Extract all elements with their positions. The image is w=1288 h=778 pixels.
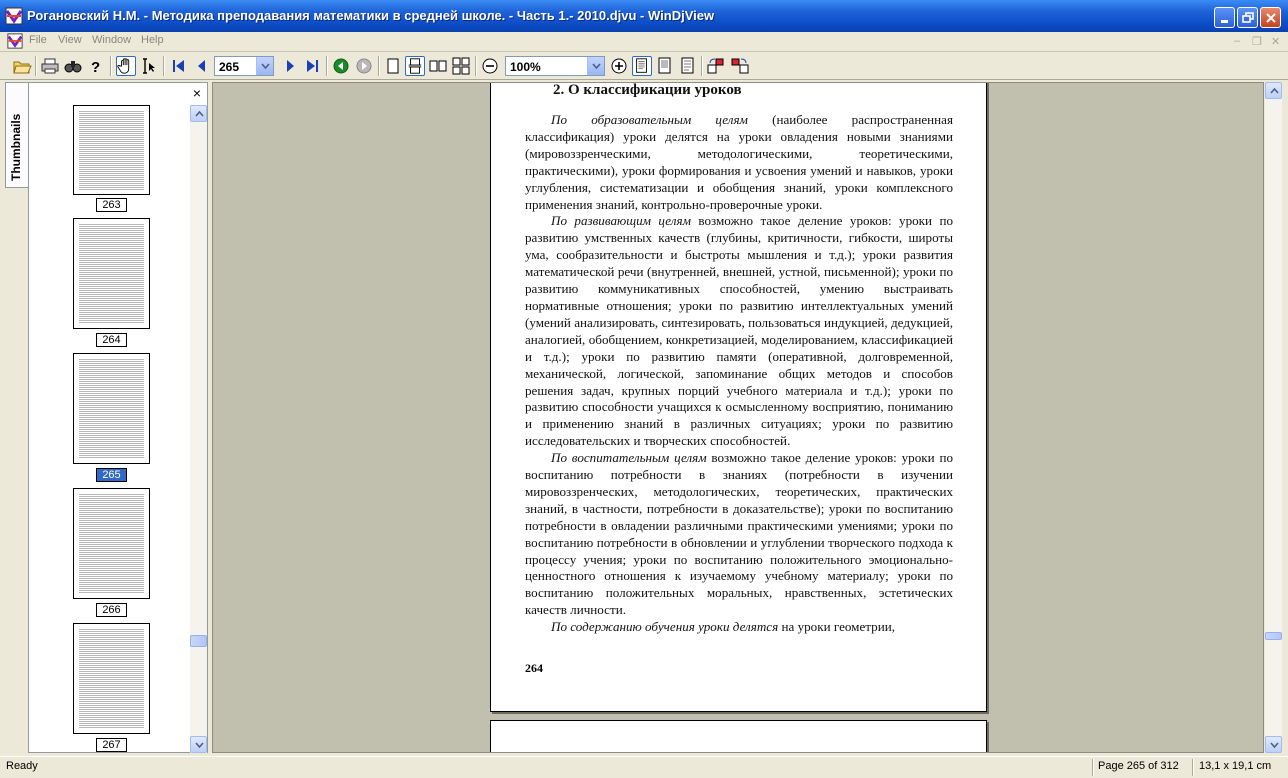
zoom-value: 100% [510, 60, 541, 74]
window-title: Рогановский Н.М. - Методика преподавания… [27, 8, 715, 23]
paragraph-lead: По содержанию обучения уроки делятся [551, 619, 779, 635]
thumbnails-tab[interactable]: Thumbnails [5, 82, 29, 188]
find-icon[interactable] [63, 56, 83, 76]
status-page-size: 13,1 x 19,1 cm [1199, 760, 1272, 772]
thumbnail-label[interactable]: 266 [96, 603, 127, 617]
close-icon[interactable]: × [193, 85, 201, 101]
forward-icon[interactable] [354, 56, 374, 76]
continuous-facing-icon[interactable] [451, 56, 471, 76]
thumbnail-page[interactable] [73, 488, 150, 599]
status-text: Ready [6, 760, 38, 772]
fit-page-icon[interactable] [632, 56, 652, 76]
menu-window[interactable]: Window [92, 34, 131, 46]
thumbnail-page[interactable] [73, 105, 150, 195]
app-window: Рогановский Н.М. - Методика преподавания… [0, 0, 1288, 778]
toolbar: ? 265 100% [0, 52, 1288, 80]
back-icon[interactable] [331, 56, 351, 76]
next-document-page[interactable] [490, 720, 987, 752]
status-bar: Ready Page 265 of 312 13,1 x 19,1 cm [0, 756, 1288, 778]
page-text: 2. О классификации уроков По образовател… [525, 82, 954, 636]
thumbnail-list: 263 264 265 266 267 [33, 105, 189, 753]
print-icon[interactable] [40, 56, 60, 76]
document-scrollbar[interactable] [1265, 82, 1282, 753]
scroll-thumb[interactable] [1265, 632, 1282, 640]
chevron-down-icon[interactable] [256, 57, 273, 75]
select-tool-icon[interactable] [139, 56, 159, 76]
thumbnails-tab-label: Thumbnails [9, 113, 23, 181]
rotate-right-icon[interactable] [730, 56, 750, 76]
first-page-icon[interactable] [169, 56, 189, 76]
hand-tool-icon[interactable] [116, 56, 136, 76]
facing-icon[interactable] [428, 56, 448, 76]
thumbnail-label[interactable]: 267 [96, 738, 127, 752]
thumbnail-label[interactable]: 263 [96, 198, 127, 212]
page-number-combo[interactable]: 265 [214, 56, 274, 76]
zoom-out-icon[interactable] [480, 56, 500, 76]
thumbnail-page[interactable] [73, 218, 150, 329]
scroll-down-icon[interactable] [190, 736, 207, 753]
paragraph: По развивающим целям возможно такое деле… [525, 213, 954, 449]
thumbnails-panel: × 263 264 265 266 267 [28, 82, 208, 753]
mdi-restore-icon[interactable]: ❐ [1252, 35, 1262, 48]
help-icon[interactable]: ? [86, 56, 106, 76]
chevron-down-icon[interactable] [587, 57, 604, 75]
thumbnail-label-selected[interactable]: 265 [96, 468, 127, 482]
close-button[interactable] [1260, 7, 1281, 28]
document-page[interactable]: 2. О классификации уроков По образовател… [490, 82, 987, 712]
continuous-icon[interactable] [405, 56, 425, 76]
menu-help[interactable]: Help [141, 34, 164, 46]
thumbnail-page-selected[interactable] [73, 353, 150, 464]
last-page-icon[interactable] [302, 56, 322, 76]
title-bar[interactable]: Рогановский Н.М. - Методика преподавания… [0, 0, 1288, 32]
zoom-combo[interactable]: 100% [505, 56, 605, 76]
minimize-button[interactable] [1214, 7, 1235, 28]
paragraph-lead: По образовательным целям [551, 112, 748, 127]
menu-view[interactable]: View [58, 34, 82, 46]
mdi-minimize-icon[interactable]: – [1234, 35, 1240, 47]
scroll-down-icon[interactable] [1265, 736, 1282, 753]
section-heading: 2. О классификации уроков [553, 82, 742, 98]
thumbnail-scrollbar[interactable] [190, 105, 207, 753]
scroll-up-icon[interactable] [190, 105, 207, 122]
thumbnail-page[interactable] [73, 623, 150, 734]
thumbnail-label[interactable]: 264 [96, 333, 127, 347]
menu-bar: File View Window Help – ❐ ✕ [0, 32, 1288, 52]
fit-width-icon[interactable] [655, 56, 675, 76]
page-number-value: 265 [219, 60, 240, 74]
windjview-app-icon[interactable] [5, 7, 23, 25]
scroll-thumb[interactable] [190, 635, 207, 647]
paragraph-lead: По развивающим целям [551, 213, 691, 229]
single-page-icon[interactable] [383, 56, 403, 76]
zoom-in-icon[interactable] [609, 56, 629, 76]
svg-text:?: ? [91, 59, 100, 76]
status-page: Page 265 of 312 [1098, 760, 1179, 772]
paragraph: По воспитательным целям возможно такое д… [525, 450, 954, 618]
page-footer-number: 264 [525, 661, 543, 675]
mdi-close-icon[interactable]: ✕ [1271, 35, 1280, 48]
paragraph: По образовательным целям (наиболее распр… [525, 112, 953, 212]
paragraph: По содержанию обучения уроки делятся на … [551, 619, 895, 635]
scroll-up-icon[interactable] [1265, 82, 1282, 99]
next-page-icon[interactable] [280, 56, 300, 76]
menu-file[interactable]: File [29, 34, 47, 46]
document-icon[interactable] [7, 33, 25, 51]
actual-size-icon[interactable] [678, 56, 698, 76]
rotate-left-icon[interactable] [706, 56, 726, 76]
document-view[interactable]: 2. О классификации уроков По образовател… [212, 82, 1264, 753]
previous-page-icon[interactable] [192, 56, 212, 76]
open-icon[interactable] [12, 56, 32, 76]
restore-button[interactable] [1237, 7, 1258, 28]
paragraph-lead: По воспитательным целям [551, 450, 707, 466]
